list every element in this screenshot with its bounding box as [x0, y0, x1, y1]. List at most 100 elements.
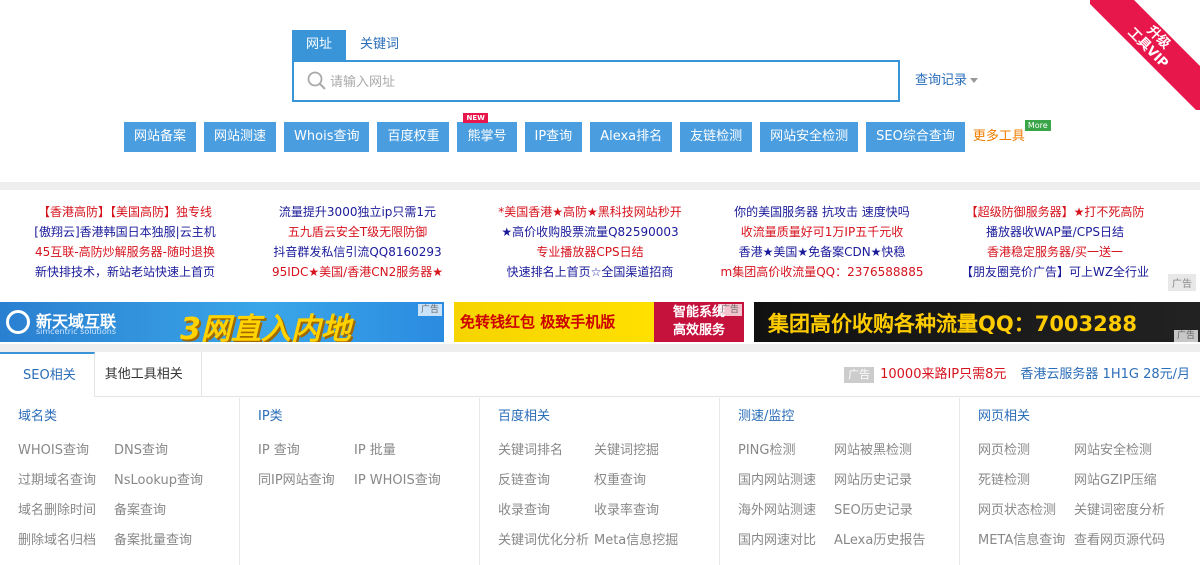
tool-link[interactable]: 关键词排名	[498, 436, 594, 466]
tool-link[interactable]: 网页状态检测	[978, 496, 1074, 526]
ad-link[interactable]: 香港★美国★免备案CDN★快稳	[712, 242, 932, 262]
tool-link[interactable]: 域名删除时间	[18, 496, 114, 526]
tool-link[interactable]: 网站历史记录	[834, 466, 930, 496]
tool-link[interactable]: 查看网页源代码	[1074, 526, 1170, 556]
ad-link[interactable]: 【香港高防】【美国高防】独专线	[20, 202, 230, 222]
tool-link[interactable]: 权重查询	[594, 466, 690, 496]
tool-link[interactable]: 网站被黑检测	[834, 436, 930, 466]
tool-link[interactable]: PING检测	[738, 436, 834, 466]
banner-brand-sub: simcentric solutions	[36, 327, 117, 336]
tool-link[interactable]: ALexa历史报告	[834, 526, 930, 556]
tool-button-xiongzhang[interactable]: NEW 熊掌号	[457, 113, 517, 152]
ad-link[interactable]: 五九盾云安全T级无限防御	[255, 222, 460, 242]
tool-link[interactable]: 海外网站测速	[738, 496, 834, 526]
ad-column: 流量提升3000独立ip只需1元 五九盾云安全T级无限防御 抖音群发私信引流QQ…	[255, 202, 460, 282]
ad-link[interactable]: 抖音群发私信引流QQ8160293	[255, 242, 460, 262]
ad-link[interactable]: 收流量质量好可1万IP五千元收	[712, 222, 932, 242]
ad-link[interactable]: 流量提升3000独立ip只需1元	[255, 202, 460, 222]
tool-link[interactable]: IP 批量	[354, 436, 450, 466]
tool-button-bar: 网站备案 网站测速 Whois查询 百度权重 NEW 熊掌号 IP查询 Alexa…	[124, 113, 1051, 152]
text-ad-grid: 【香港高防】【美国高防】独专线 [傲翔云]香港韩国日本独服|云主机 45互联-高…	[0, 202, 1200, 292]
ad-link[interactable]: 【超级防御服务器】★打不死高防	[950, 202, 1160, 222]
tool-link[interactable]: DNS查询	[114, 436, 210, 466]
ad-link[interactable]: 专业播放器CPS日结	[480, 242, 700, 262]
tool-link[interactable]: 备案查询	[114, 496, 210, 526]
tool-link[interactable]: 收录率查询	[594, 496, 690, 526]
banner-side-line2: 高效服务	[672, 323, 725, 338]
ad-link[interactable]: [傲翔云]香港韩国日本独服|云主机	[20, 222, 230, 242]
more-badge: More	[1024, 120, 1051, 131]
more-tools-label: 更多工具	[972, 129, 1025, 144]
tool-link[interactable]: 关键词密度分析	[1074, 496, 1170, 526]
tool-button-security[interactable]: 网站安全检测	[760, 122, 859, 152]
tool-link[interactable]: 网页检测	[978, 436, 1074, 466]
tool-link[interactable]: 同IP网站查询	[258, 466, 354, 496]
promo-link[interactable]: 香港云服务器 1H1G 28元/月	[1020, 367, 1190, 382]
ad-link[interactable]: 香港稳定服务器/买一送一	[950, 242, 1160, 262]
tool-link[interactable]: META信息查询	[978, 526, 1074, 556]
tool-link[interactable]: SEO历史记录	[834, 496, 930, 526]
group-title: 网页相关	[978, 409, 1031, 424]
tool-link[interactable]: 网站安全检测	[1074, 436, 1170, 466]
search-input[interactable]	[330, 71, 870, 91]
ad-link[interactable]: m集团高价收流量QQ：2376588885	[712, 262, 932, 282]
ad-link[interactable]: *美国香港★高防★黑科技网站秒开	[480, 202, 700, 222]
tab-keyword[interactable]: 关键词	[346, 30, 413, 60]
tool-button-alexa[interactable]: Alexa排名	[590, 122, 673, 152]
tool-button-friendlink[interactable]: 友链检测	[680, 122, 753, 152]
tool-link[interactable]: WHOIS查询	[18, 436, 114, 466]
brand-logo-icon	[6, 310, 30, 334]
more-tools-link[interactable]: 更多工具 More	[972, 120, 1051, 152]
vip-upgrade-ribbon[interactable]: 升级 工具VIP	[1090, 0, 1200, 110]
tool-button-baidu-weight[interactable]: 百度权重	[377, 122, 450, 152]
tool-link[interactable]: IP 查询	[258, 436, 354, 466]
tool-link[interactable]: 备案批量查询	[114, 526, 210, 556]
banner-ad[interactable]: 集团高价收购各种流量QQ：7003288 广告	[754, 302, 1200, 342]
ad-link[interactable]: 快速排名上首页☆全国渠道招商	[480, 262, 700, 282]
tool-button-icp[interactable]: 网站备案	[124, 122, 197, 152]
tool-button-speed[interactable]: 网站测速	[204, 122, 277, 152]
tool-button-whois[interactable]: Whois查询	[284, 122, 370, 152]
tool-link[interactable]: 收录查询	[498, 496, 594, 526]
ad-link[interactable]: 你的美国服务器 抗攻击 速度快吗	[712, 202, 932, 222]
tab-url[interactable]: 网址	[292, 30, 347, 60]
tool-link[interactable]: 删除域名归档	[18, 526, 114, 556]
tool-button-label: 熊掌号	[467, 129, 507, 144]
ad-tag: 广告	[717, 304, 742, 316]
ad-link[interactable]: ★高价收购股票流量Q82590003	[480, 222, 700, 242]
promo-link[interactable]: 10000来路IP只需8元	[880, 367, 1006, 382]
tool-groups: 域名类 WHOIS查询 DNS查询 过期域名查询 NsLookup查询 域名删除时间…	[0, 398, 1200, 565]
tab-seo[interactable]: SEO相关	[0, 352, 95, 397]
ad-link[interactable]: 【朋友圈竞价广告】可上WZ全行业	[950, 262, 1160, 282]
tool-link[interactable]: 反链查询	[498, 466, 594, 496]
tool-link[interactable]: NsLookup查询	[114, 466, 210, 496]
tool-group-ip: IP类 IP 查询 IP 批量 同IP网站查询 IP WHOIS查询	[240, 398, 480, 565]
ad-link[interactable]: 播放器收WAP量/CPS日结	[950, 222, 1160, 242]
banner-ad[interactable]: 新天域互联 simcentric solutions 3网直入内地 广告	[0, 302, 444, 342]
tool-category-tabs: SEO相关 其他工具相关 广告 10000来路IP只需8元 香港云服务器 1H1G …	[0, 352, 1200, 397]
tool-link[interactable]: 国内网站测速	[738, 466, 834, 496]
query-history-dropdown[interactable]: 查询记录	[915, 60, 979, 102]
ad-link[interactable]: 新快排技术，新站老站快速上首页	[20, 262, 230, 282]
tool-link[interactable]: 国内网速对比	[738, 526, 834, 556]
tool-link[interactable]: IP WHOIS查询	[354, 466, 450, 496]
ad-link[interactable]: 45互联-高防炒解服务器-随时退换	[20, 242, 230, 262]
promo-links: 广告 10000来路IP只需8元 香港云服务器 1H1G 28元/月	[844, 352, 1190, 397]
banner-ad[interactable]: 免转钱红包 极致手机版 智能系统 高效服务 广告	[454, 302, 744, 342]
tool-link[interactable]: 死链检测	[978, 466, 1074, 496]
tool-link[interactable]: 过期域名查询	[18, 466, 114, 496]
ad-column: 【香港高防】【美国高防】独专线 [傲翔云]香港韩国日本独服|云主机 45互联-高…	[20, 202, 230, 282]
ad-tag: 广告	[417, 304, 442, 316]
tool-link[interactable]: 网站GZIP压缩	[1074, 466, 1170, 496]
tool-button-seo[interactable]: SEO综合查询	[866, 122, 965, 152]
tool-link[interactable]: 关键词挖掘	[594, 436, 690, 466]
ad-link[interactable]: 95IDC★美国/香港CN2服务器★	[255, 262, 460, 282]
tool-link[interactable]: Meta信息挖掘	[594, 526, 690, 556]
tool-button-ip[interactable]: IP查询	[524, 122, 583, 152]
ad-tag: 广告	[1168, 274, 1196, 291]
tab-other-tools[interactable]: 其他工具相关	[95, 352, 202, 397]
tool-group-domain: 域名类 WHOIS查询 DNS查询 过期域名查询 NsLookup查询 域名删除时间…	[0, 398, 240, 565]
search-icon	[307, 71, 326, 90]
tool-link[interactable]: 关键词优化分析	[498, 526, 594, 556]
ad-tag: 广告	[1173, 330, 1198, 342]
